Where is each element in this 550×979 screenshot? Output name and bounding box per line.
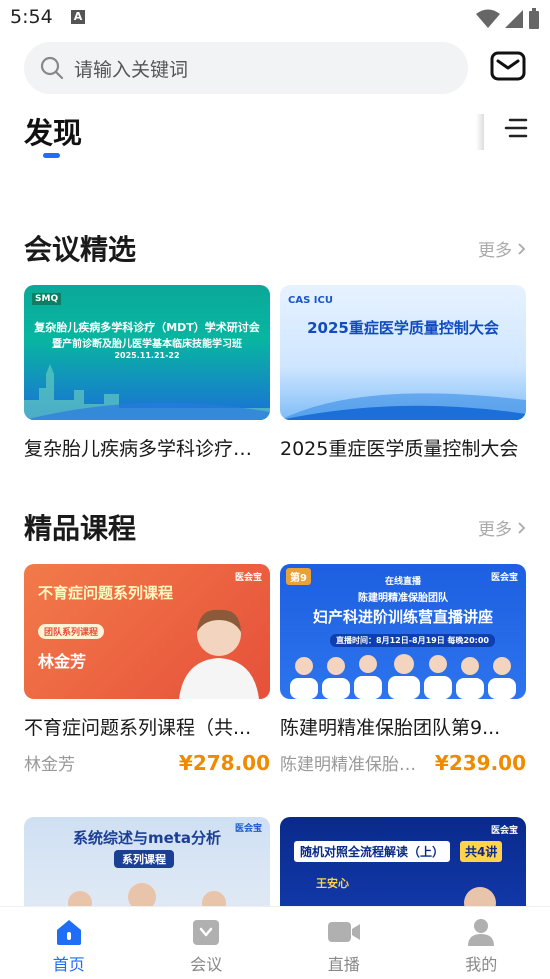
tab-indicator	[43, 153, 60, 158]
video-icon	[327, 922, 360, 942]
nav-meeting[interactable]: 会议	[138, 907, 276, 979]
course-price: ¥278.00	[178, 751, 270, 775]
thumb-heading: 复杂胎儿疾病多学科诊疗（MDT）学术研讨会	[34, 321, 260, 334]
tab-fade	[476, 114, 484, 150]
course-lecturer: 陈建明精准保胎团...	[280, 755, 430, 775]
status-time: 5:54	[10, 6, 53, 28]
thumb-badge: 共4讲	[460, 841, 503, 862]
thumb-heading: 妇产科进阶训练营直播讲座	[312, 608, 493, 626]
thumb-sub: 暨产前诊断及胎儿医学基本临床技能学习班	[52, 339, 242, 350]
course-lecturer: 林金芳	[24, 755, 75, 775]
thumb-logo: SMQ	[32, 293, 62, 305]
search-icon	[40, 56, 64, 80]
city-skyline-graphic	[24, 364, 270, 420]
doctors-photo	[290, 654, 516, 699]
meeting-card[interactable]: SMQ 复杂胎儿疾病多学科诊疗（MDT）学术研讨会 暨产前诊断及胎儿医学基本临床…	[24, 285, 270, 461]
thumb-live: 在线直播	[384, 577, 421, 587]
course-title: 陈建明精准保胎团队第9...	[280, 717, 501, 739]
meetings-more-link[interactable]: 更多	[478, 236, 526, 261]
nav-live[interactable]: 直播	[275, 907, 413, 979]
course-price: ¥239.00	[434, 751, 526, 775]
thumb-heading: 不育症问题系列课程	[38, 584, 174, 602]
chevron-right-icon	[518, 521, 526, 534]
courses-more-link[interactable]: 更多	[478, 515, 526, 540]
thumb-time: 直播时间：8月12日-8月19日 每晚20:00	[330, 634, 495, 647]
tab-row: 发现	[0, 106, 550, 166]
meeting-thumbnail: SMQ 复杂胎儿疾病多学科诊疗（MDT）学术研讨会 暨产前诊断及胎儿医学基本临床…	[24, 285, 270, 420]
mail-icon	[490, 51, 526, 81]
signal-icon	[505, 10, 523, 28]
thumb-top: 陈建明精准保胎团队	[358, 593, 448, 604]
thumb-heading: 2025重症医学质量控制大会	[307, 319, 499, 337]
meeting-card[interactable]: CAS ICU 2025重症医学质量控制大会 2025重症医学质量控制大会	[280, 285, 526, 461]
thumb-logo: CAS ICU	[288, 295, 333, 306]
course-thumbnail: 不育症问题系列课程 医会宝 团队系列课程 林金芳	[24, 564, 270, 699]
status-icons	[476, 8, 540, 30]
battery-icon	[529, 8, 539, 29]
course-thumbnail: 第9 医会宝 在线直播 陈建明精准保胎团队 妇产科进阶训练营直播讲座 直播时间：…	[280, 564, 526, 699]
notification-icon: A	[71, 10, 85, 24]
thumb-brand: 医会宝	[234, 573, 262, 583]
nav-label: 会议	[190, 955, 223, 974]
menu-icon	[504, 118, 528, 138]
thumb-brand: 医会宝	[490, 826, 518, 836]
user-icon	[468, 919, 495, 946]
course-card[interactable]: 不育症问题系列课程 医会宝 团队系列课程 林金芳 不育症问题系列课程（共... …	[24, 564, 270, 775]
course-title: 不育症问题系列课程（共...	[24, 717, 252, 739]
message-button[interactable]	[490, 50, 528, 86]
course-meta: 陈建明精准保胎团... ¥239.00	[280, 750, 526, 775]
thumb-heading: 随机对照全流程解读（上）	[294, 841, 451, 862]
section-title-meetings: 会议精选	[24, 233, 137, 266]
course-card[interactable]: 第9 医会宝 在线直播 陈建明精准保胎团队 妇产科进阶训练营直播讲座 直播时间：…	[280, 564, 526, 775]
course-meta: 林金芳 ¥278.00	[24, 750, 270, 775]
meeting-thumbnail: CAS ICU 2025重症医学质量控制大会	[280, 285, 526, 420]
meeting-icon	[193, 920, 220, 945]
chevron-right-icon	[518, 242, 526, 255]
nav-profile[interactable]: 我的	[413, 907, 550, 979]
thumb-heading: 系统综述与meta分析	[72, 829, 222, 847]
thumb-name: 林金芳	[38, 652, 87, 671]
home-icon	[56, 920, 81, 945]
search-input[interactable]: 请输入关键词	[24, 42, 468, 94]
thumb-name: 王安心	[316, 877, 349, 890]
status-bar: 5:54 A	[0, 0, 550, 36]
nav-home[interactable]: 首页	[0, 907, 138, 979]
menu-button[interactable]	[504, 116, 528, 140]
thumb-sub: 系列课程	[114, 850, 174, 868]
bottom-nav: 首页 会议 直播 我的	[0, 906, 550, 979]
search-placeholder: 请输入关键词	[74, 58, 189, 81]
wave-graphic	[280, 393, 526, 420]
thumb-date: 2025.11.21-22	[114, 351, 180, 360]
meeting-title: 复杂胎儿疾病多学科诊疗（MDT）学术研讨会暨产前诊断及胎儿医学基本临床技能学习班	[24, 438, 270, 460]
meeting-title: 2025重症医学质量控制大会	[280, 438, 519, 460]
section-title-courses: 精品课程	[24, 512, 137, 545]
tab-discover[interactable]: 发现	[24, 110, 82, 152]
lecturer-photo	[179, 609, 259, 699]
nav-label: 直播	[327, 955, 360, 974]
more-label: 更多	[478, 241, 512, 261]
nav-label: 我的	[465, 955, 498, 974]
thumb-tag: 团队系列课程	[38, 624, 105, 639]
more-label: 更多	[478, 520, 512, 540]
nav-label: 首页	[52, 955, 85, 974]
wifi-icon	[476, 9, 500, 28]
